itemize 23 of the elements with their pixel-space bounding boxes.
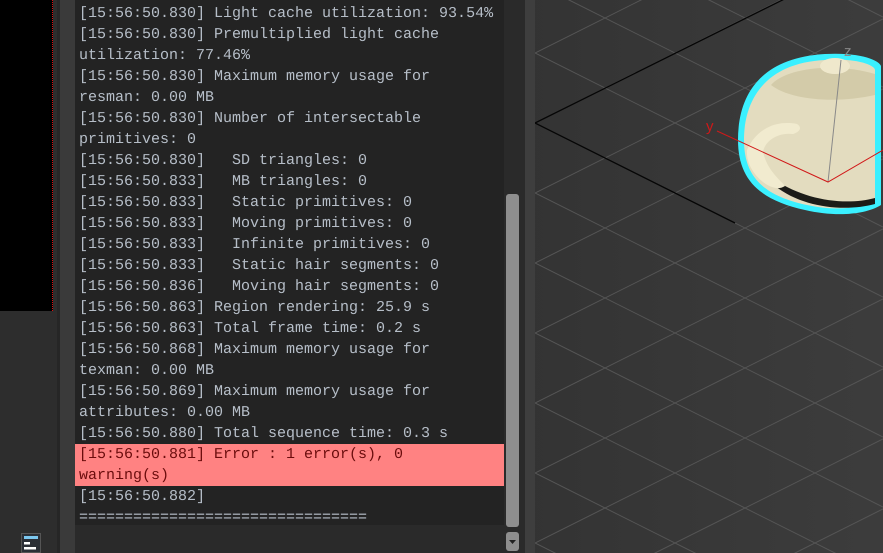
log-line: [15:56:50.863] Total frame time: 0.2 s	[78, 319, 422, 339]
log-line: [15:56:50.869] Maximum memory usage for attributes: 0.00 MB	[78, 382, 432, 423]
log-line: [15:56:50.880] Total sequence time: 0.3 s	[78, 424, 450, 444]
log-line: [15:56:50.868] Maximum memory usage for texman: 0.00 MB	[78, 340, 432, 381]
log-line: [15:56:50.830] Number of intersectable primitives: 0	[78, 109, 422, 150]
log-line: [15:56:50.833] Static primitives: 0	[78, 193, 414, 213]
log-line: ================================	[78, 508, 368, 525]
log-line: [15:56:50.833] MB triangles: 0	[78, 172, 368, 192]
log-line: [15:56:50.833] Moving primitives: 0	[78, 214, 414, 234]
log-line: [15:56:50.833] Static hair segments: 0	[78, 256, 440, 276]
log-line: [15:56:50.830] Premultiplied light cache utilization: 77.46%	[78, 25, 440, 66]
log-line: [15:56:50.833] Infinite primitives: 0	[78, 235, 432, 255]
y-axis-label: y	[706, 118, 714, 135]
log-line: [15:56:50.830] Light cache utilization: 93.54%	[78, 4, 494, 24]
down-caret-icon	[509, 540, 516, 544]
log-line: [15:56:50.830] Maximum memory usage for resman: 0.00 MB	[78, 67, 432, 108]
log-line: [15:56:50.836] Moving hair segments: 0	[78, 277, 440, 297]
log-line: [15:56:50.882]	[78, 487, 206, 507]
log-line: [15:56:50.830] SD triangles: 0	[78, 151, 368, 171]
scroll-down-button[interactable]	[506, 532, 520, 551]
scrollbar-thumb[interactable]	[506, 194, 520, 527]
panel-list-icon[interactable]	[21, 533, 41, 553]
log-line: [15:56:50.863] Region rendering: 25.9 s	[78, 298, 432, 318]
